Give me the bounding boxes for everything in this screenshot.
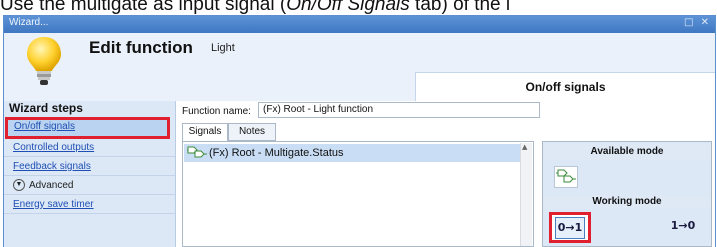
working-mode-0-to-1-button[interactable]: 0→1: [549, 212, 591, 243]
main-content: Function name: (Fx) Root - Light functio…: [176, 101, 715, 247]
available-mode-item[interactable]: [554, 166, 578, 188]
sidebar-item-label[interactable]: On/off signals: [14, 121, 75, 132]
sidebar-item-feedback-signals[interactable]: Feedback signals: [4, 158, 175, 176]
sidebar-item-label[interactable]: Controlled outputs: [13, 142, 94, 153]
tab-signals[interactable]: Signals: [182, 123, 228, 142]
tab-on-off-signals[interactable]: On/off signals: [415, 72, 715, 102]
working-mode-1-to-0-button[interactable]: 1→0: [663, 212, 703, 243]
wizard-sidebar: Wizard steps On/off signals Controlled o…: [4, 101, 176, 247]
available-mode-title: Available mode: [543, 144, 711, 160]
sidebar-item-controlled-outputs[interactable]: Controlled outputs: [4, 139, 175, 157]
mode-panel: Available mode Working mode 0→1 1→0: [542, 141, 712, 247]
wizard-window: Wizard... □ ✕ Edit function Light On/off…: [3, 15, 716, 247]
page-title: Edit function: [89, 38, 193, 57]
sidebar-item-energy-save-timer[interactable]: Energy save timer: [4, 196, 175, 214]
signal-label: (Fx) Root - Multigate.Status: [209, 147, 344, 159]
sidebar-item-label[interactable]: Energy save timer: [13, 199, 94, 210]
scroll-up-icon[interactable]: ▲: [522, 143, 527, 151]
sidebar-item-label[interactable]: Feedback signals: [13, 161, 91, 172]
multigate-icon: [556, 169, 576, 183]
window-controls[interactable]: □ ✕: [684, 17, 711, 28]
function-name-field[interactable]: (Fx) Root - Light function: [258, 102, 540, 118]
sidebar-title: Wizard steps: [9, 101, 83, 115]
sidebar-item-label: Advanced: [29, 180, 74, 191]
function-type-label: Light: [211, 42, 235, 54]
title-bar: Wizard... □ ✕: [4, 16, 715, 33]
working-mode-title: Working mode: [543, 195, 711, 209]
mode-label: 0→1: [555, 217, 585, 239]
header: Edit function Light On/off signals: [4, 33, 715, 102]
signals-list: (Fx) Root - Multigate.Status ▲: [182, 141, 534, 247]
window-title: Wizard...: [9, 17, 49, 28]
lightbulb-icon: [27, 37, 61, 85]
scrollbar[interactable]: ▲: [520, 143, 532, 246]
sidebar-item-advanced[interactable]: ▼ Advanced: [4, 177, 175, 195]
tab-notes[interactable]: Notes: [228, 123, 276, 141]
function-name-label: Function name:: [182, 106, 251, 117]
sidebar-item-on-off-signals[interactable]: On/off signals: [5, 117, 170, 139]
multigate-icon: [187, 146, 207, 158]
list-item[interactable]: (Fx) Root - Multigate.Status: [184, 144, 520, 162]
chevron-down-icon[interactable]: ▼: [13, 179, 25, 192]
